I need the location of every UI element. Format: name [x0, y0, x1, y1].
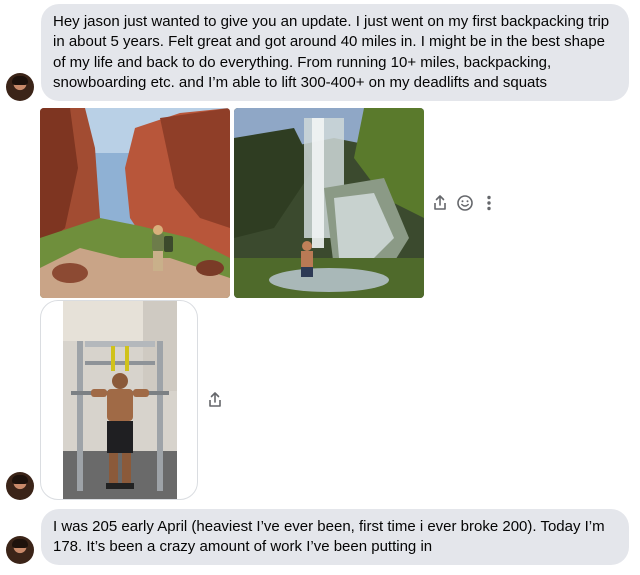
- message-text: I was 205 early April (heaviest I’ve eve…: [53, 518, 605, 556]
- photo-canyon-hike[interactable]: [40, 108, 230, 298]
- share-icon[interactable]: [430, 193, 450, 213]
- avatar[interactable]: [6, 472, 34, 500]
- photo-waterfall[interactable]: [234, 108, 424, 298]
- share-icon[interactable]: [205, 390, 225, 410]
- message-bubble-update[interactable]: Hey jason just wanted to give you an upd…: [41, 4, 629, 101]
- message-text: Hey jason just wanted to give you an upd…: [53, 13, 610, 91]
- avatar[interactable]: [6, 536, 34, 564]
- photo-gym: [63, 301, 177, 499]
- photo-gym-card[interactable]: [40, 300, 198, 500]
- message-bubble-weight[interactable]: I was 205 early April (heaviest I’ve eve…: [41, 509, 629, 565]
- smiley-icon[interactable]: [455, 193, 475, 213]
- more-vertical-icon[interactable]: [479, 193, 499, 213]
- avatar[interactable]: [6, 73, 34, 101]
